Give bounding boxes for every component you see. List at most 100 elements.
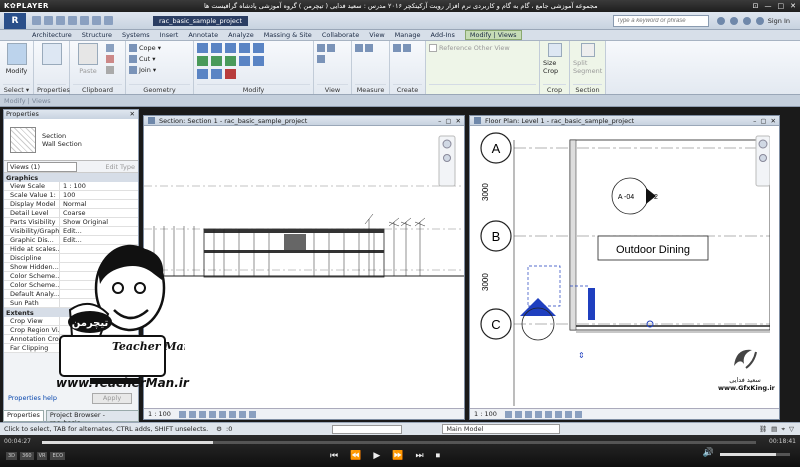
reference-other-view[interactable]: Reference Other View	[429, 43, 510, 52]
undo-icon[interactable]	[56, 16, 65, 25]
show-crop-icon[interactable]	[554, 410, 562, 418]
detail-level-icon[interactable]	[504, 410, 512, 418]
views-selector[interactable]: Views (1)	[7, 161, 77, 172]
scale-icon[interactable]	[211, 69, 222, 79]
redo-icon[interactable]	[68, 16, 77, 25]
temp-hide-icon[interactable]	[238, 410, 246, 418]
play-icon[interactable]: ▶	[373, 451, 380, 461]
detail-level-icon[interactable]	[178, 410, 186, 418]
override-icon[interactable]	[327, 43, 335, 52]
mode-eco-button[interactable]: ECO	[50, 452, 66, 460]
tab-collaborate[interactable]: Collaborate	[322, 31, 359, 39]
mirror-axis-icon[interactable]	[225, 43, 236, 53]
prop-row[interactable]: View Scale 1 : 100	[4, 182, 138, 191]
shadows-icon[interactable]	[208, 410, 216, 418]
modify-button[interactable]: Modify	[3, 43, 30, 75]
prop-row[interactable]: Detail Level Coarse	[4, 209, 138, 218]
crop-view-icon[interactable]	[218, 410, 226, 418]
cut-geometry-button[interactable]: Cut ▾	[129, 54, 161, 63]
volume-slider[interactable]	[720, 453, 790, 456]
select-underlay-icon[interactable]: ▤	[771, 425, 777, 434]
show-crop-icon[interactable]	[228, 410, 236, 418]
measure-icon[interactable]	[92, 16, 101, 25]
tab-annotate[interactable]: Annotate	[188, 31, 218, 39]
paste-button[interactable]: Paste	[73, 43, 103, 75]
filter-icon[interactable]: ▽	[789, 425, 794, 434]
tab-manage[interactable]: Manage	[395, 31, 421, 39]
steering-wheel-icon[interactable]	[442, 139, 452, 149]
visual-style-icon[interactable]	[514, 410, 522, 418]
tab-add-ins[interactable]: Add-Ins	[431, 31, 455, 39]
3d-view-icon[interactable]	[104, 16, 113, 25]
cut-icon[interactable]	[106, 54, 114, 63]
match-icon[interactable]	[106, 65, 114, 74]
user-icon[interactable]	[755, 16, 764, 25]
cope-button[interactable]: Cope ▾	[129, 43, 161, 52]
hide-icon[interactable]	[317, 43, 325, 52]
steering-wheel-icon[interactable]	[758, 139, 768, 149]
shadows-icon[interactable]	[534, 410, 542, 418]
subscription-icon[interactable]	[729, 16, 738, 25]
mode-vr-button[interactable]: VR	[36, 452, 48, 460]
star-icon[interactable]	[742, 16, 751, 25]
next-icon[interactable]: ⏭	[415, 451, 423, 461]
speaker-icon[interactable]: 🔊	[703, 448, 714, 458]
prop-row[interactable]: Parts Visibility Show Original	[4, 218, 138, 227]
close-icon[interactable]: ✕	[130, 110, 135, 119]
worksets-icon[interactable]: ⚙	[216, 425, 222, 433]
model-selector[interactable]: Main Model	[442, 424, 561, 434]
prop-row[interactable]: Scale Value 1: 100	[4, 191, 138, 200]
offset-icon[interactable]	[211, 43, 222, 53]
dimension-icon[interactable]	[365, 43, 373, 52]
minimize-icon[interactable]: —	[765, 2, 772, 10]
sun-path-icon[interactable]	[524, 410, 532, 418]
section-view[interactable]: Section: Section 1 - rac_basic_sample_pr…	[143, 115, 465, 420]
tab-massing-site[interactable]: Massing & Site	[264, 31, 312, 39]
tab-insert[interactable]: Insert	[160, 31, 179, 39]
prop-row[interactable]: Display Model Normal	[4, 200, 138, 209]
split-segment-button[interactable]: Split Segment	[573, 43, 602, 75]
application-menu-button[interactable]: R	[4, 12, 26, 29]
create-parts-icon[interactable]	[403, 43, 411, 52]
reveal-hidden-icon[interactable]	[574, 410, 582, 418]
close-icon[interactable]: ✕	[771, 117, 776, 125]
join-button[interactable]: Join ▾	[129, 65, 161, 74]
select-links-icon[interactable]: ⛓	[759, 425, 767, 434]
array-icon[interactable]	[197, 69, 208, 79]
rotate-icon[interactable]	[225, 56, 236, 66]
tab-view[interactable]: View	[369, 31, 384, 39]
tab-structure[interactable]: Structure	[82, 31, 112, 39]
section-line[interactable]	[588, 288, 595, 320]
restore-icon[interactable]: ▢	[445, 117, 451, 125]
minimize-icon[interactable]: –	[753, 117, 756, 125]
save-icon[interactable]	[44, 16, 53, 25]
properties-button[interactable]	[37, 43, 66, 65]
editing-requests[interactable]	[332, 424, 403, 434]
create-assembly-icon[interactable]	[393, 43, 401, 52]
zoom-icon[interactable]	[759, 154, 767, 162]
close-icon[interactable]: ✕	[790, 2, 796, 10]
type-selector[interactable]: Section Wall Section	[4, 119, 138, 161]
size-crop-button[interactable]: Size Crop	[543, 43, 566, 75]
delete-icon[interactable]	[225, 69, 236, 79]
linework-icon[interactable]	[317, 54, 325, 63]
stop-icon[interactable]: ⏹	[436, 451, 441, 461]
tab-architecture[interactable]: Architecture	[32, 31, 72, 39]
close-icon[interactable]: ✕	[456, 117, 461, 125]
mode-360-button[interactable]: 360	[20, 452, 34, 460]
sign-in-button[interactable]: Sign In	[768, 17, 790, 25]
section-head-icon[interactable]	[520, 298, 556, 316]
reveal-hidden-icon[interactable]	[248, 410, 256, 418]
print-icon[interactable]	[80, 16, 89, 25]
section-scale[interactable]: 1 : 100	[148, 410, 171, 418]
tab-analyze[interactable]: Analyze	[228, 31, 254, 39]
select-pinned-icon[interactable]: ⌖	[781, 425, 785, 434]
open-icon[interactable]	[32, 16, 41, 25]
measure-distance-icon[interactable]	[355, 43, 363, 52]
temp-hide-icon[interactable]	[564, 410, 572, 418]
search-input[interactable]	[612, 14, 709, 27]
split-icon[interactable]	[253, 43, 264, 53]
sun-path-icon[interactable]	[198, 410, 206, 418]
forward-icon[interactable]: ⏩	[392, 451, 403, 461]
seek-bar[interactable]	[42, 441, 756, 444]
